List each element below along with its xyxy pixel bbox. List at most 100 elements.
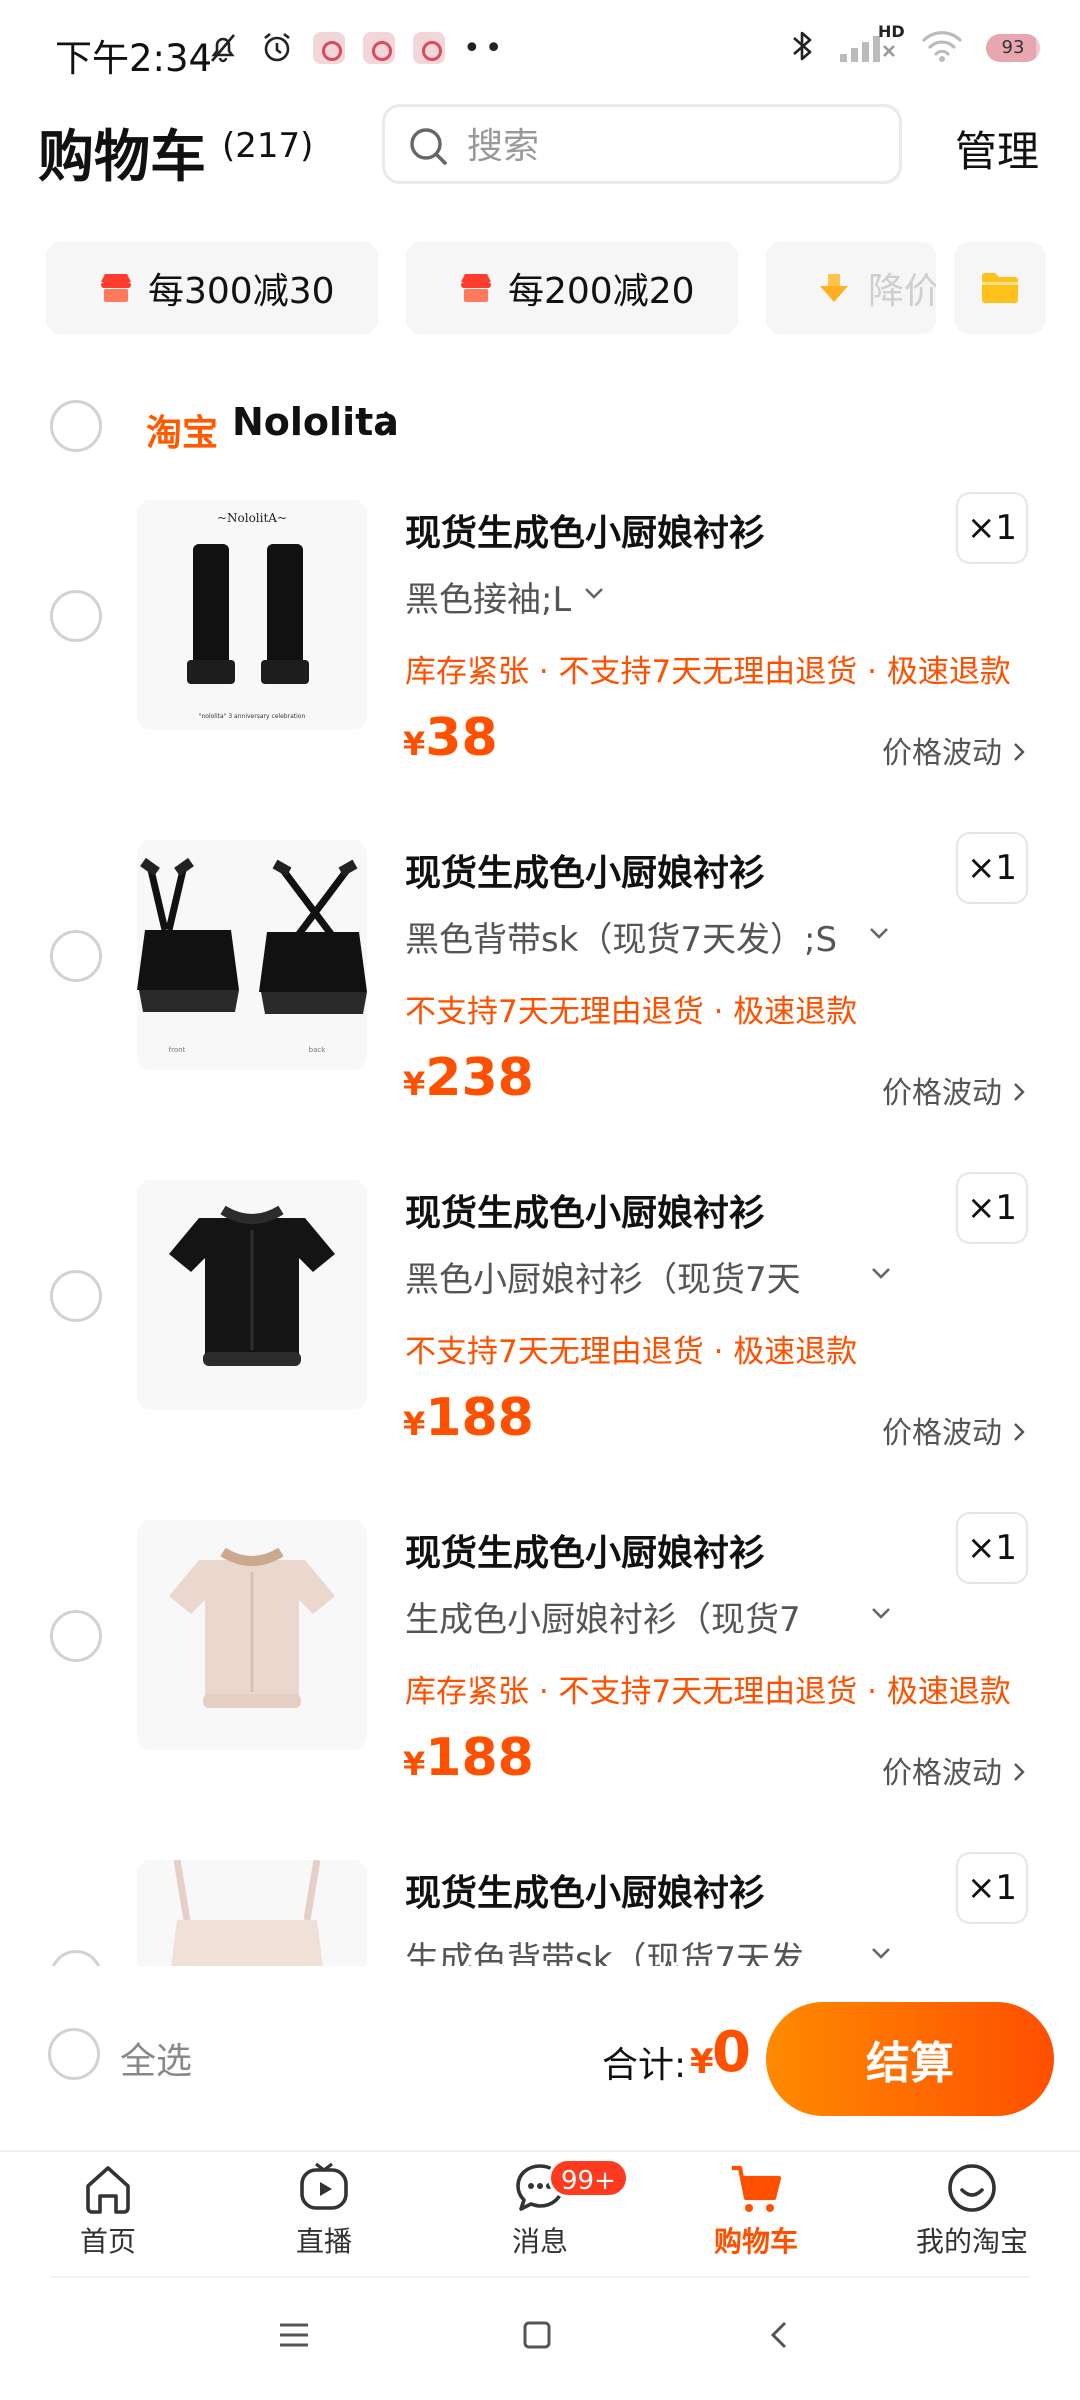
- cart-icon: [732, 2165, 782, 2212]
- item-title[interactable]: 现货生成色小厨娘衬衫: [405, 1524, 765, 1576]
- chevron-down-icon[interactable]: [870, 1602, 892, 1624]
- price-fluctuation-link[interactable]: 价格波动: [882, 1408, 1026, 1452]
- quantity-button[interactable]: ×1: [956, 1172, 1028, 1244]
- chevron-right-icon: [1013, 1423, 1025, 1441]
- network-type-label: HD: [878, 22, 905, 41]
- shop-name-link[interactable]: Nololita: [232, 400, 399, 444]
- product-thumbnail[interactable]: [137, 1520, 367, 1750]
- chevron-down-icon[interactable]: [870, 1942, 892, 1964]
- chevron-down-icon[interactable]: [868, 922, 890, 944]
- price-fluctuation-label: 价格波动: [882, 1416, 1002, 1451]
- price-value: 188: [425, 1728, 534, 1788]
- more-notifications-icon: ••: [463, 30, 507, 66]
- tab-messages[interactable]: 消息 99+: [460, 2158, 629, 2278]
- tab-label: 首页: [79, 2225, 136, 2258]
- black-suspender-skirt-image: front back: [137, 840, 367, 1070]
- chevron-down-icon[interactable]: [583, 582, 605, 604]
- manage-button[interactable]: 管理: [955, 118, 1039, 179]
- price-value: 38: [425, 708, 498, 768]
- collection-folder-button[interactable]: [954, 242, 1046, 334]
- alarm-icon: [259, 30, 295, 66]
- coupon-chip-label: 每200减20: [508, 271, 695, 312]
- item-service-tags: 库存紧张 · 不支持7天无理由退货 · 极速退款: [405, 1674, 1011, 1710]
- quantity-button[interactable]: ×1: [956, 832, 1028, 904]
- store-icon: [458, 272, 492, 302]
- item-sku-selector[interactable]: 黑色小厨娘衬衫（现货7天: [405, 1252, 801, 1301]
- status-notification-icons: ••: [205, 30, 506, 66]
- search-box[interactable]: [382, 104, 902, 184]
- cart-item[interactable]: 现货生成色小厨娘衬衫 黑色小厨娘衬衫（现货7天 不支持7天无理由退货 · 极速退…: [0, 1172, 1080, 1520]
- tab-label: 消息: [511, 2225, 568, 2258]
- price-fluctuation-link[interactable]: 价格波动: [882, 728, 1026, 772]
- price-fluctuation-link[interactable]: 价格波动: [882, 1068, 1026, 1112]
- shop-select-checkbox[interactable]: [50, 400, 102, 452]
- tab-home[interactable]: 首页: [28, 2158, 188, 2278]
- tab-label: 直播: [295, 2225, 352, 2258]
- price-fluctuation-link[interactable]: 价格波动: [882, 1748, 1026, 1792]
- checkout-button[interactable]: 结算: [766, 2002, 1054, 2116]
- chevron-right-icon: [1013, 1763, 1025, 1781]
- item-service-tags: 不支持7天无理由退货 · 极速退款: [405, 994, 858, 1030]
- item-title[interactable]: 现货生成色小厨娘衬衫: [405, 1184, 765, 1236]
- thumb-brand-text: ~NololitA~: [217, 511, 287, 525]
- price-fluctuation-label: 价格波动: [882, 736, 1002, 771]
- product-thumbnail[interactable]: [137, 1180, 367, 1410]
- item-sku-selector[interactable]: 黑色背带sk（现货7天发）;S: [405, 912, 837, 961]
- cart-item[interactable]: ~NololitA~ "nololita" 3 anniversary cele…: [0, 492, 1080, 840]
- item-select-checkbox[interactable]: [50, 1610, 102, 1662]
- chevron-down-icon[interactable]: [870, 1262, 892, 1284]
- cream-suspender-skirt-image: [137, 1860, 367, 1966]
- item-price: ¥188: [403, 1388, 534, 1448]
- bluetooth-icon: [790, 28, 816, 68]
- select-all-checkbox[interactable]: [48, 2028, 100, 2080]
- total-amount: 0: [712, 2020, 751, 2085]
- cart-item[interactable]: front back 现货生成色小厨娘衬衫 黑色背带sk（现货7天发）;S 不支…: [0, 832, 1080, 1180]
- app-notification-icon: [363, 32, 395, 64]
- item-select-checkbox[interactable]: [50, 930, 102, 982]
- cellular-signal-icon: HD: [838, 22, 905, 68]
- price-drop-icon: [818, 272, 852, 302]
- home-icon: [86, 2166, 130, 2214]
- product-thumbnail[interactable]: [137, 1860, 367, 1966]
- menu-icon[interactable]: [278, 2322, 310, 2352]
- cart-item-list: ~NololitA~ "nololita" 3 anniversary cele…: [0, 460, 1080, 1966]
- cart-item[interactable]: 现货生成色小厨娘衬衫 生成色背带sk（现货7天发 ×1: [0, 1852, 1080, 1966]
- tab-live[interactable]: 直播: [244, 2158, 404, 2278]
- item-title[interactable]: 现货生成色小厨娘衬衫: [405, 1864, 765, 1916]
- home-button-icon[interactable]: [522, 2320, 552, 2354]
- status-time: 下午2:34: [55, 37, 213, 80]
- item-select-checkbox[interactable]: [50, 1270, 102, 1322]
- tab-my-taobao[interactable]: 我的淘宝: [892, 2158, 1052, 2278]
- select-all-label[interactable]: 全选: [120, 2032, 192, 2084]
- tab-cart[interactable]: 购物车: [676, 2158, 836, 2278]
- coupon-chip-price-drop[interactable]: 降价: [766, 242, 936, 334]
- item-sku-selector[interactable]: 生成色小厨娘衬衫（现货7: [405, 1592, 801, 1641]
- product-thumbnail[interactable]: ~NololitA~ "nololita" 3 anniversary cele…: [137, 500, 367, 730]
- checkout-bar: 全选 合计: ¥ 0 结算: [0, 1966, 1080, 2150]
- item-select-checkbox[interactable]: [50, 1950, 102, 1966]
- quantity-button[interactable]: ×1: [956, 1852, 1028, 1924]
- back-icon[interactable]: [768, 2320, 790, 2354]
- quantity-button[interactable]: ×1: [956, 1512, 1028, 1584]
- unread-badge: 99+: [548, 2158, 629, 2198]
- tab-label: 购物车: [713, 2225, 798, 2258]
- search-input[interactable]: [467, 121, 887, 171]
- thumb-caption-text: back: [309, 1046, 327, 1054]
- item-price: ¥188: [403, 1728, 534, 1788]
- price-fluctuation-label: 价格波动: [882, 1756, 1002, 1791]
- search-icon: [407, 125, 451, 169]
- battery-indicator: 93: [986, 34, 1040, 62]
- price-value: 188: [425, 1388, 534, 1448]
- item-select-checkbox[interactable]: [50, 590, 102, 642]
- black-sleeves-image: ~NololitA~ "nololita" 3 anniversary cele…: [137, 500, 367, 730]
- cart-item[interactable]: 现货生成色小厨娘衬衫 生成色小厨娘衬衫（现货7 库存紧张 · 不支持7天无理由退…: [0, 1512, 1080, 1860]
- product-thumbnail[interactable]: front back: [137, 840, 367, 1070]
- item-title[interactable]: 现货生成色小厨娘衬衫: [405, 504, 765, 556]
- coupon-chip-200-20[interactable]: 每200减20: [406, 242, 738, 334]
- coupon-chip-300-30[interactable]: 每300减30: [46, 242, 378, 334]
- status-bar: 下午2:34 •• HD 93: [0, 0, 1080, 100]
- item-sku-selector[interactable]: 生成色背带sk（现货7天发: [405, 1932, 804, 1966]
- item-title[interactable]: 现货生成色小厨娘衬衫: [405, 844, 765, 896]
- quantity-button[interactable]: ×1: [956, 492, 1028, 564]
- item-sku-selector[interactable]: 黑色接袖;L: [405, 572, 571, 621]
